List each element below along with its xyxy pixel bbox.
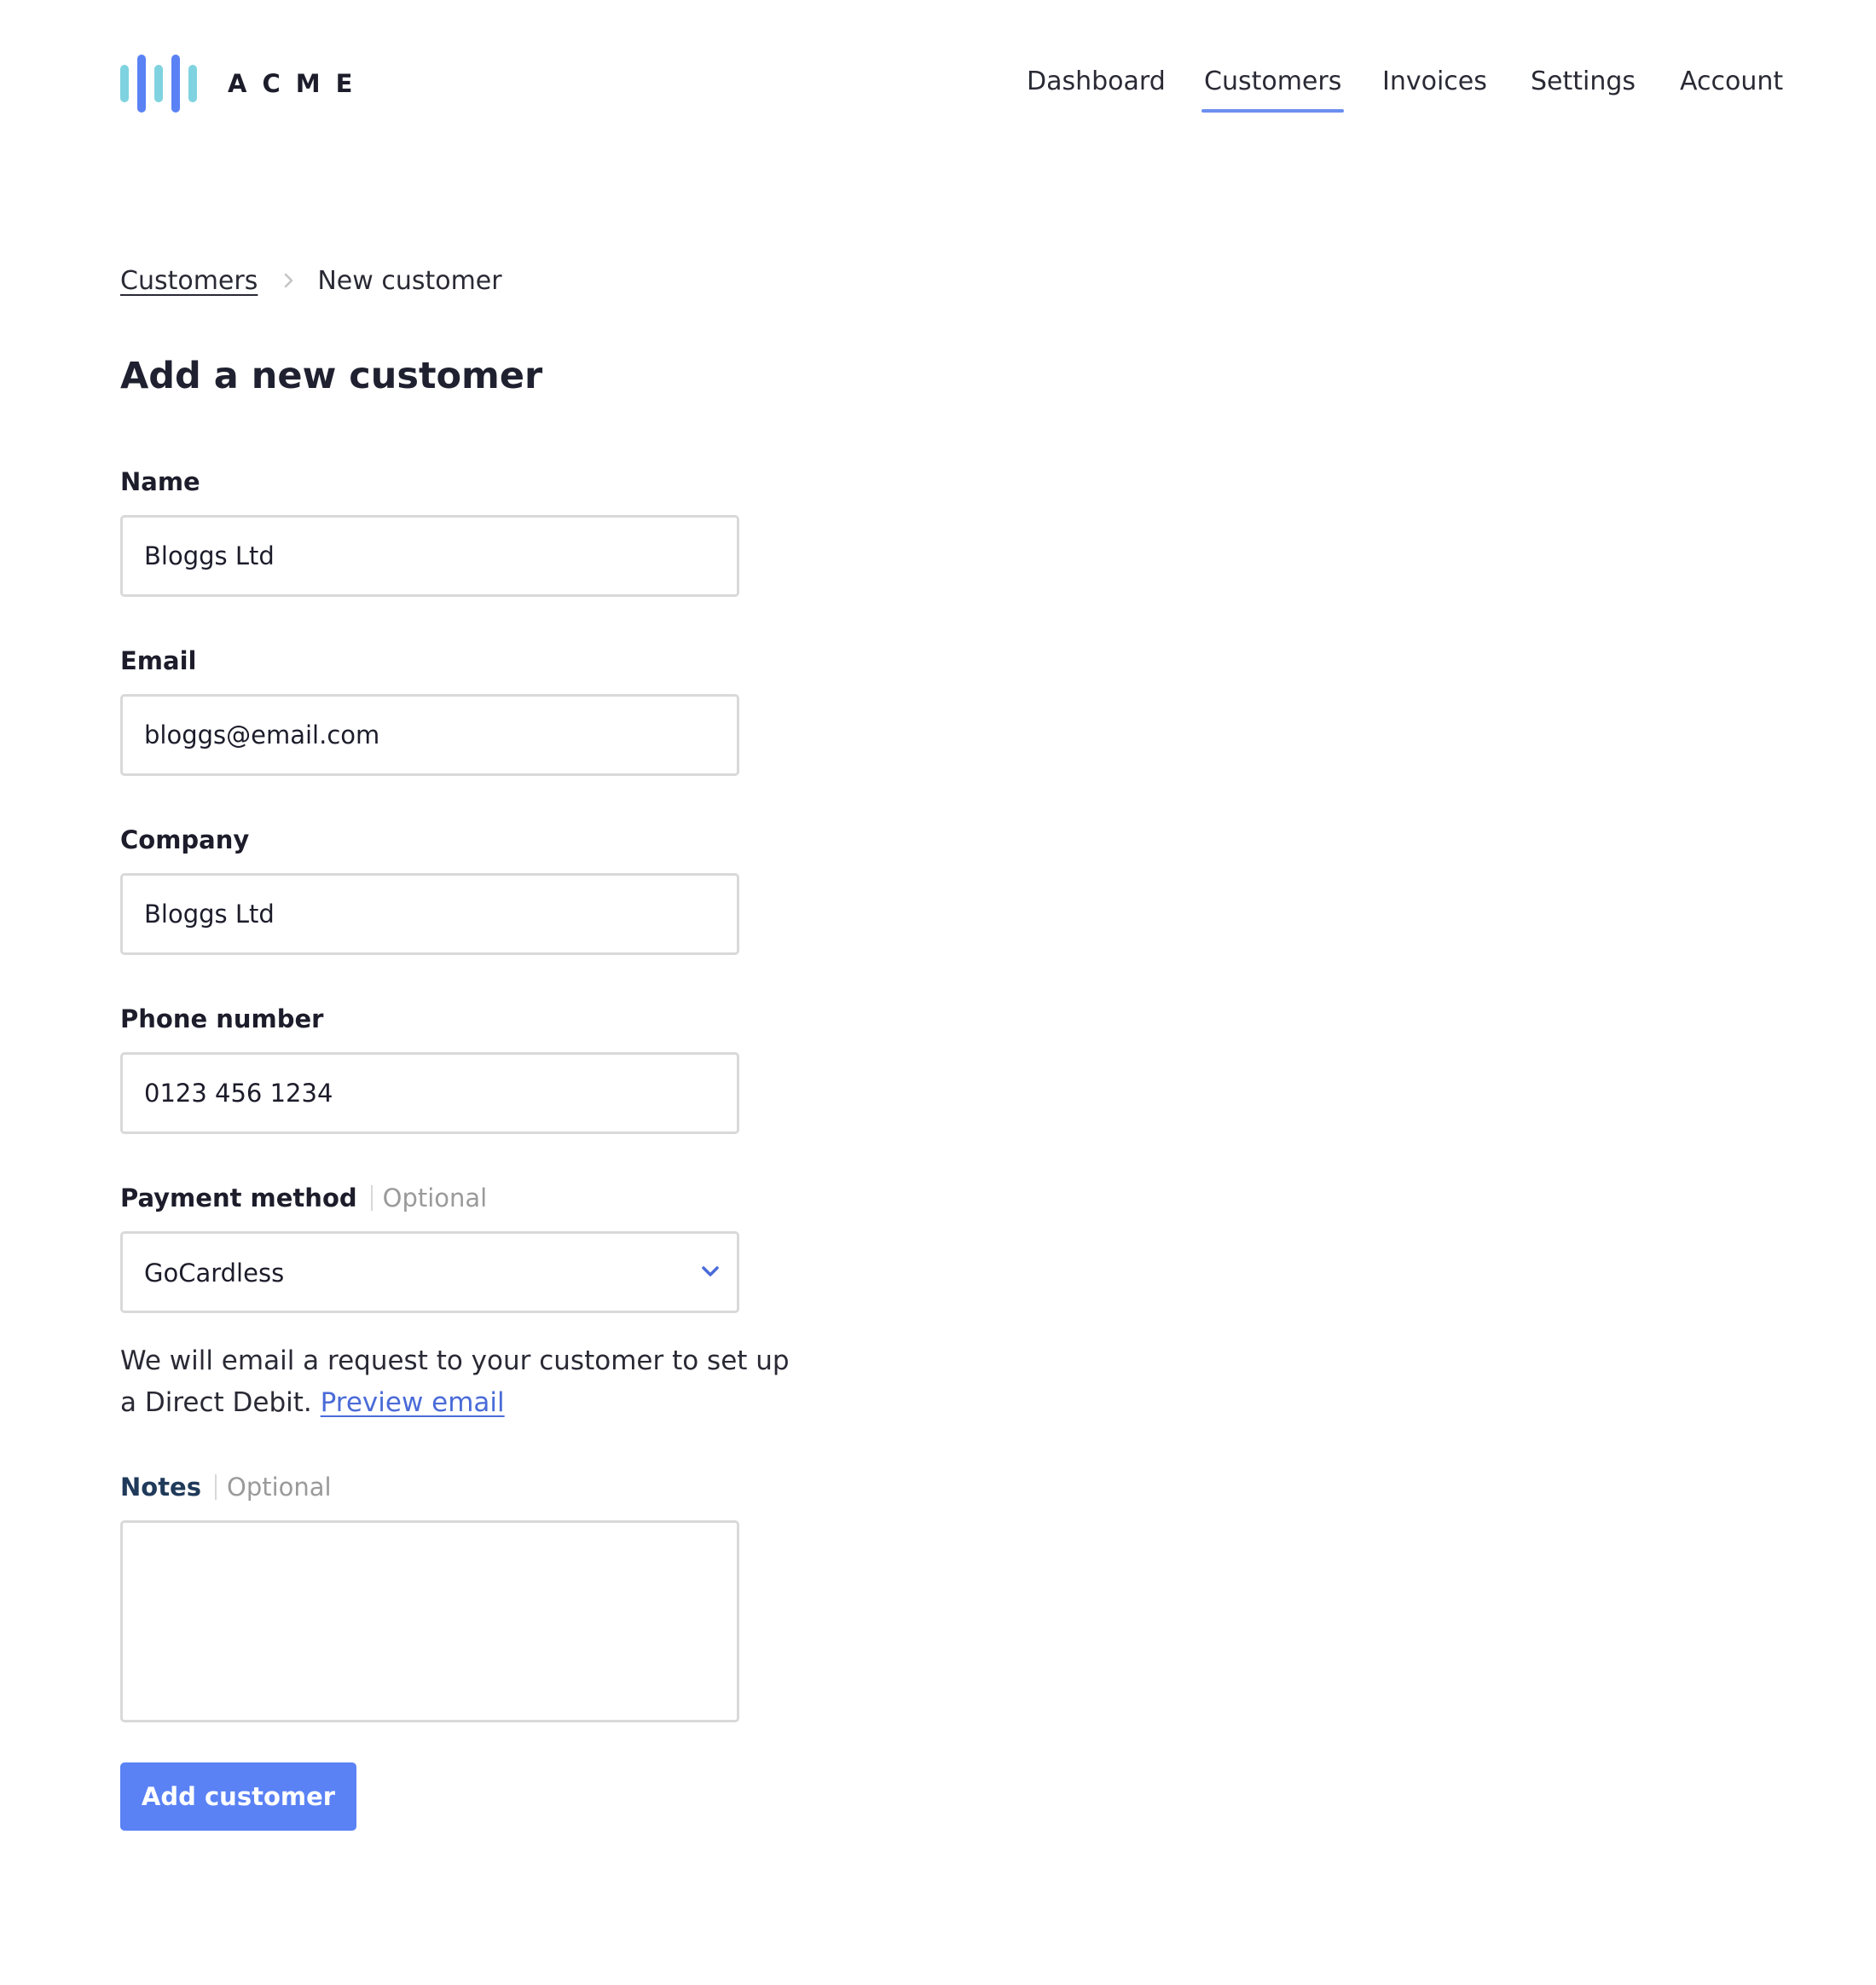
top-header: ACME Dashboard Customers Invoices Settin… — [0, 0, 1876, 171]
nav-item-customers[interactable]: Customers — [1201, 67, 1345, 114]
nav-item-account[interactable]: Account — [1680, 67, 1783, 114]
breadcrumb: Customers New customer — [120, 263, 502, 298]
notes-textarea[interactable] — [120, 1520, 739, 1722]
nav-item-settings[interactable]: Settings — [1531, 67, 1636, 114]
name-input[interactable] — [120, 515, 739, 597]
add-customer-button[interactable]: Add customer — [120, 1762, 356, 1831]
name-label: Name — [120, 467, 200, 496]
payment-helper-text: We will email a request to your customer… — [120, 1340, 802, 1424]
phone-label: Phone number — [120, 1004, 324, 1033]
breadcrumb-current: New customer — [317, 265, 502, 296]
breadcrumb-customers-link[interactable]: Customers — [120, 266, 258, 296]
label-divider — [215, 1474, 217, 1500]
phone-input[interactable] — [120, 1052, 739, 1134]
company-input[interactable] — [120, 873, 739, 955]
notes-label-row: Notes Optional — [120, 1473, 332, 1502]
chevron-right-icon — [285, 273, 293, 288]
payment-method-selected-value: GoCardless — [144, 1259, 285, 1288]
page-title: Add a new customer — [120, 355, 543, 397]
payment-method-optional-tag: Optional — [382, 1183, 488, 1212]
label-divider — [370, 1185, 373, 1211]
nav-item-invoices[interactable]: Invoices — [1382, 67, 1487, 114]
payment-method-select[interactable]: GoCardless — [120, 1231, 739, 1313]
notes-optional-tag: Optional — [227, 1473, 332, 1502]
chevron-down-icon — [702, 1266, 719, 1276]
preview-email-link[interactable]: Preview email — [321, 1387, 505, 1418]
company-label: Company — [120, 825, 250, 854]
notes-label: Notes — [120, 1473, 201, 1502]
email-label: Email — [120, 646, 197, 675]
main-nav: Dashboard Customers Invoices Settings Ac… — [0, 67, 1876, 118]
payment-method-label-row: Payment method Optional — [120, 1183, 487, 1212]
email-input[interactable] — [120, 694, 739, 776]
payment-method-label: Payment method — [120, 1183, 357, 1212]
nav-item-dashboard[interactable]: Dashboard — [1027, 67, 1166, 114]
